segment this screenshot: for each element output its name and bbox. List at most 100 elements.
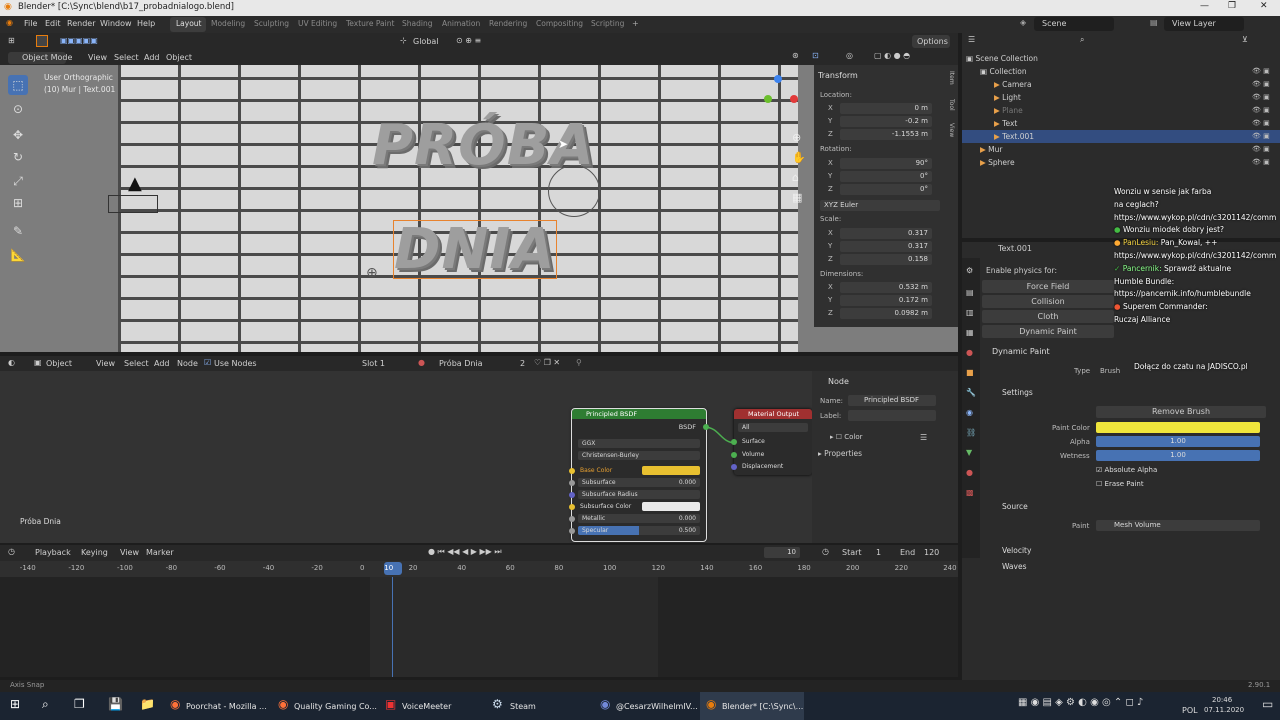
task-view-icon[interactable]: ❐ <box>74 697 85 711</box>
material-name-field[interactable]: Próba Dnia <box>439 359 483 368</box>
view-layer-props-icon[interactable]: ▦ <box>966 328 974 337</box>
pan-hand-icon[interactable]: ✋ <box>792 151 806 164</box>
cursor-tool-icon[interactable]: ⊙ <box>8 99 28 119</box>
outliner-item-camera[interactable]: ▶ Camera <box>962 78 1280 91</box>
shader-mode-select[interactable]: Object <box>46 359 72 368</box>
location-z-field[interactable]: -1.1553 m <box>840 129 932 140</box>
tab-uv-editing[interactable]: UV Editing <box>298 19 337 28</box>
outliner-filter-icon[interactable]: ⊻ <box>1242 35 1248 44</box>
outliner-search-icon[interactable]: ⌕ <box>1080 35 1084 45</box>
volume-socket[interactable] <box>731 452 737 458</box>
surface-socket[interactable] <box>731 439 737 445</box>
tab-layout[interactable]: Layout <box>176 19 202 28</box>
outliner-item-plane[interactable]: ▶ Plane <box>962 104 1280 117</box>
tab-animation[interactable]: Animation <box>442 19 480 28</box>
visibility-column[interactable]: 👁 ▣ 👁 ▣ 👁 ▣ 👁 ▣ 👁 ▣ 👁 ▣ 👁 ▣ 👁 ▣ <box>1252 65 1278 169</box>
close-icon[interactable]: ✕ <box>1260 1 1268 11</box>
timeline-menu-view[interactable]: View <box>120 548 139 557</box>
tab-modeling[interactable]: Modeling <box>211 19 245 28</box>
scale-y-field[interactable]: 0.317 <box>840 241 932 252</box>
timeline-menu-keying[interactable]: Keying <box>81 548 108 557</box>
scale-x-field[interactable]: 0.317 <box>840 228 932 239</box>
language-indicator[interactable]: POL <box>1182 706 1198 715</box>
output-props-icon[interactable]: ▥ <box>966 308 974 317</box>
save-app-icon[interactable]: 💾 <box>108 697 123 711</box>
rotation-y-field[interactable]: 0° <box>840 171 932 182</box>
add-workspace-icon[interactable]: + <box>632 19 639 28</box>
subsurface-method-select[interactable]: Christensen-Burley <box>578 451 700 460</box>
gizmo-y-icon[interactable] <box>764 95 772 103</box>
outliner-item-sphere[interactable]: ▶ Sphere <box>962 156 1280 169</box>
physics-props-icon[interactable]: ◉ <box>966 408 973 417</box>
rotation-x-field[interactable]: 90° <box>840 158 932 169</box>
shading-modes-icon[interactable]: ▢ ◐ ● ◓ <box>874 51 910 60</box>
displacement-socket[interactable] <box>731 464 737 470</box>
node-menu-view[interactable]: View <box>96 359 115 368</box>
end-frame-field[interactable]: 120 <box>924 548 939 557</box>
scale-tool-icon[interactable]: ⤢ <box>8 171 28 191</box>
tab-texture-paint[interactable]: Texture Paint <box>346 19 394 28</box>
subsurface-socket[interactable] <box>569 480 575 486</box>
slot-select[interactable]: Slot 1 <box>362 359 385 368</box>
rotation-mode-select[interactable]: XYZ Euler <box>820 200 940 211</box>
scene-selector[interactable]: Scene <box>1042 19 1066 28</box>
metallic-socket[interactable] <box>569 516 575 522</box>
measure-tool-icon[interactable]: 📐 <box>8 245 28 265</box>
viewport-menu-view[interactable]: View <box>88 53 107 62</box>
tray-icons[interactable]: ▦ ◉ ▤ ◈ ⚙ ◐ ◉ ◎ ⌃ ◻ ♪ <box>1018 697 1143 708</box>
absolute-alpha-checkbox[interactable]: ☑ Absolute Alpha <box>1096 466 1157 474</box>
blender-menu-icon[interactable]: ◉ <box>6 18 13 27</box>
subsurface-radius-socket[interactable] <box>569 492 575 498</box>
gizmo-icon[interactable]: ⊡ <box>812 51 819 60</box>
scale-z-field[interactable]: 0.158 <box>840 254 932 265</box>
subsurface-radius-select[interactable]: Subsurface Radius <box>578 490 700 499</box>
annotate-tool-icon[interactable]: ✎ <box>8 221 28 241</box>
outliner-item-light[interactable]: ▶ Light <box>962 91 1280 104</box>
subsurface-color-socket[interactable] <box>569 504 575 510</box>
overlay-icon[interactable]: ◎ <box>846 51 853 60</box>
node-menu-select[interactable]: Select <box>124 359 149 368</box>
3d-cursor-icon[interactable]: ⊕ <box>366 265 378 281</box>
timeline-menu-playback[interactable]: Playback <box>35 548 71 557</box>
physics-dynamic-paint-button[interactable]: Dynamic Paint <box>982 325 1114 338</box>
output-target-select[interactable]: All <box>738 423 808 432</box>
timeline-menu-marker[interactable]: Marker <box>146 548 174 557</box>
principled-bsdf-node[interactable]: Principled BSDF BSDF GGX Christensen-Bur… <box>569 408 709 542</box>
move-tool-icon[interactable]: ✥ <box>8 125 28 145</box>
physics-cloth-button[interactable]: Cloth <box>982 310 1114 323</box>
mode-selector[interactable]: Object Mode <box>22 53 72 62</box>
maximize-icon[interactable]: ❐ <box>1228 1 1236 11</box>
light-object[interactable] <box>548 165 600 217</box>
node-menu-add[interactable]: Add <box>154 359 170 368</box>
select-box-icon[interactable] <box>36 35 48 47</box>
viewport-menu-add[interactable]: Add <box>144 53 160 62</box>
waves-panel[interactable]: Waves <box>1002 562 1027 571</box>
taskbar-blender[interactable]: Blender* [C:\Sync\... <box>722 697 803 717</box>
tab-view[interactable]: View <box>948 123 955 137</box>
node-properties-panel[interactable]: ▸ Properties <box>818 449 862 458</box>
dimensions-x-field[interactable]: 0.532 m <box>840 282 932 293</box>
zoom-icon[interactable]: ⊕ <box>792 131 801 144</box>
location-y-field[interactable]: -0.2 m <box>840 116 932 127</box>
object-props-icon[interactable]: ■ <box>966 368 974 377</box>
outliner-editor-icon[interactable]: ☰ <box>968 35 975 44</box>
camera-view-icon[interactable]: ⌂ <box>792 171 799 184</box>
rotate-tool-icon[interactable]: ↻ <box>8 147 28 167</box>
select-tool-icon[interactable]: ⬚ <box>8 75 28 95</box>
start-windows-icon[interactable]: ⊞ <box>10 697 20 711</box>
dimensions-z-field[interactable]: 0.0982 m <box>840 308 932 319</box>
playback-controls-icon[interactable]: ● ⏮ ◀◀ ◀ ▶ ▶▶ ⏭ <box>428 547 502 557</box>
physics-collision-button[interactable]: Collision <box>982 295 1114 308</box>
data-props-icon[interactable]: ▼ <box>966 448 972 457</box>
menu-edit[interactable]: Edit <box>45 19 61 28</box>
menu-file[interactable]: File <box>24 19 37 28</box>
shader-editor-icon[interactable]: ◐ <box>8 358 15 367</box>
gizmo-z-icon[interactable] <box>774 75 782 83</box>
text-object-dnia[interactable]: DNIA <box>390 217 560 282</box>
paint-source-select[interactable]: Mesh Volume <box>1096 520 1260 531</box>
outliner-item-text-001[interactable]: ▶ Text.001 <box>962 130 1280 143</box>
tab-tool[interactable]: Tool <box>948 99 955 111</box>
transform-tool-icon[interactable]: ⊞ <box>8 193 28 213</box>
select-mode-icon[interactable]: ▣▣▣▣▣ <box>60 36 98 45</box>
use-nodes-label[interactable]: Use Nodes <box>214 359 257 368</box>
